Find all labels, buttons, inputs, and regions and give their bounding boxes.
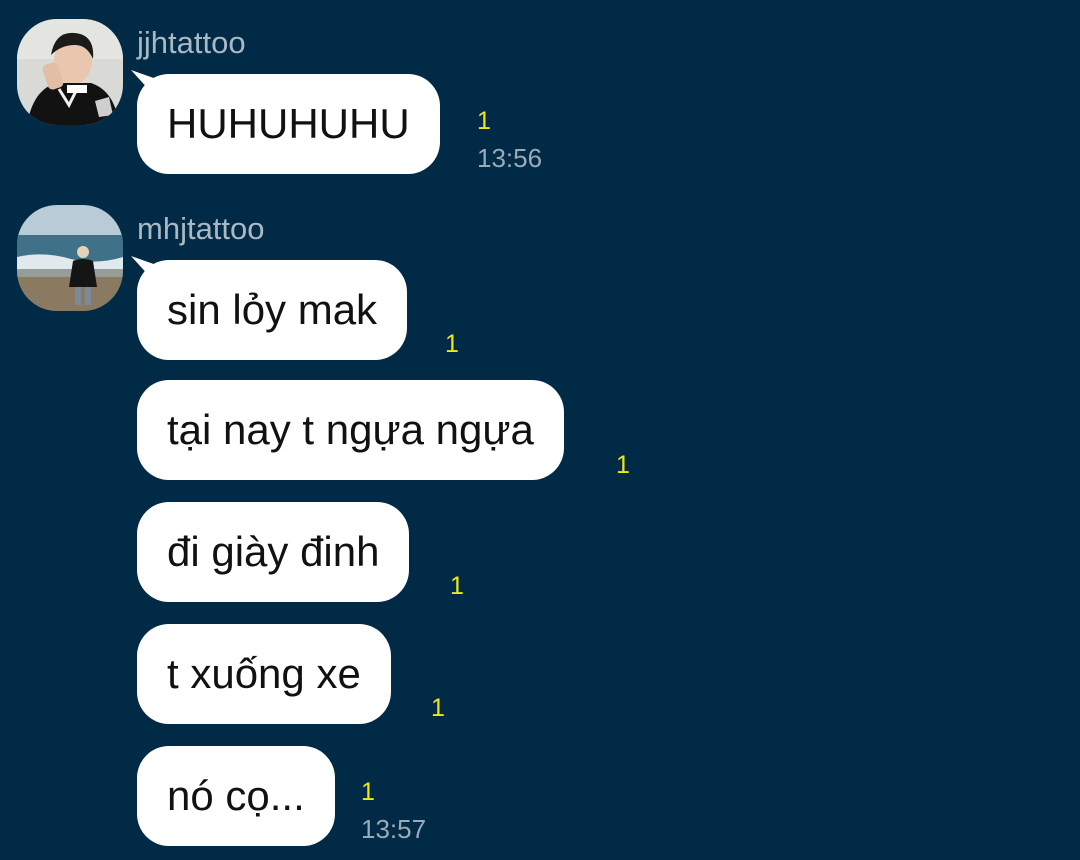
message-text: nó cọ... (167, 772, 305, 819)
sender-name: jjhtattoo (137, 25, 246, 60)
message-text: sin lỏy mak (167, 286, 378, 333)
unread-count: 1 (450, 572, 464, 600)
unread-count: 1 (361, 778, 375, 806)
message-bubble[interactable]: t xuống xe (137, 624, 391, 724)
message-bubble[interactable]: đi giày đinh (137, 502, 410, 602)
message-time: 13:56 (477, 143, 543, 173)
message-bubble[interactable]: sin lỏy mak (137, 260, 408, 360)
unread-count: 1 (477, 107, 491, 135)
message-text: t xuống xe (167, 650, 361, 697)
unread-count: 1 (445, 330, 459, 358)
message-bubble[interactable]: HUHUHUHU (137, 74, 440, 174)
message-text: tại nay t ngựa ngựa (167, 406, 534, 453)
message-text: HUHUHUHU (167, 100, 410, 147)
mhjtattoo-avatar[interactable] (17, 205, 123, 311)
message-text: đi giày đinh (167, 528, 380, 575)
jjhtattoo-avatar[interactable] (17, 19, 123, 125)
sender-name: mhjtattoo (137, 211, 265, 246)
chat-screen: jjhtattoo HUHUHUHU 1 13:56 mhjtattoo sin… (0, 0, 1080, 860)
message-time: 13:57 (361, 814, 427, 844)
unread-count: 1 (616, 451, 630, 479)
message-bubble[interactable]: nó cọ... (137, 746, 335, 846)
message-bubble[interactable]: tại nay t ngựa ngựa (137, 380, 564, 480)
unread-count: 1 (431, 694, 445, 722)
